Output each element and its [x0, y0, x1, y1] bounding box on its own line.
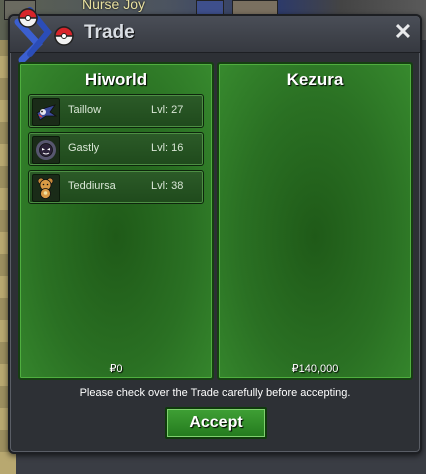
pokeball-logo-icon	[14, 7, 74, 64]
offered-money: ₽0	[109, 363, 123, 375]
gastly-icon	[32, 136, 60, 164]
trade-notice: Please check over the Trade carefully be…	[79, 387, 351, 399]
offer-panel-hiworld: Hiworld Taillow Lvl: 27 Gastly Lvl: 16 T…	[18, 62, 214, 380]
offered-money: ₽140,000	[291, 363, 339, 375]
trade-pokemon-slot[interactable]: Teddiursa Lvl: 38	[28, 170, 204, 204]
close-icon[interactable]: ✕	[392, 20, 414, 44]
taillow-icon	[32, 98, 60, 126]
pokemon-name: Taillow	[68, 104, 102, 116]
player-name: Kezura	[286, 70, 344, 89]
teddiursa-icon	[32, 174, 60, 202]
accept-button[interactable]: Accept	[165, 407, 267, 439]
pokemon-name: Teddiursa	[68, 180, 116, 192]
pokemon-name: Gastly	[68, 142, 100, 154]
trade-pokemon-slot[interactable]: Gastly Lvl: 16	[28, 132, 204, 166]
npc-nameplate: Nurse Joy	[82, 0, 146, 12]
window-title: Trade	[84, 22, 135, 43]
pokemon-level: Lvl: 16	[151, 142, 184, 154]
pokemon-level: Lvl: 38	[151, 180, 184, 192]
pokemon-level: Lvl: 27	[151, 104, 184, 116]
player-name: Hiworld	[84, 70, 148, 89]
trade-pokemon-slot[interactable]: Taillow Lvl: 27	[28, 94, 204, 128]
offer-panel-kezura: Kezura ₽140,000	[217, 62, 413, 380]
trade-window: Trade ✕ Hiworld Taillow Lvl: 27 Gastly L…	[8, 7, 422, 454]
